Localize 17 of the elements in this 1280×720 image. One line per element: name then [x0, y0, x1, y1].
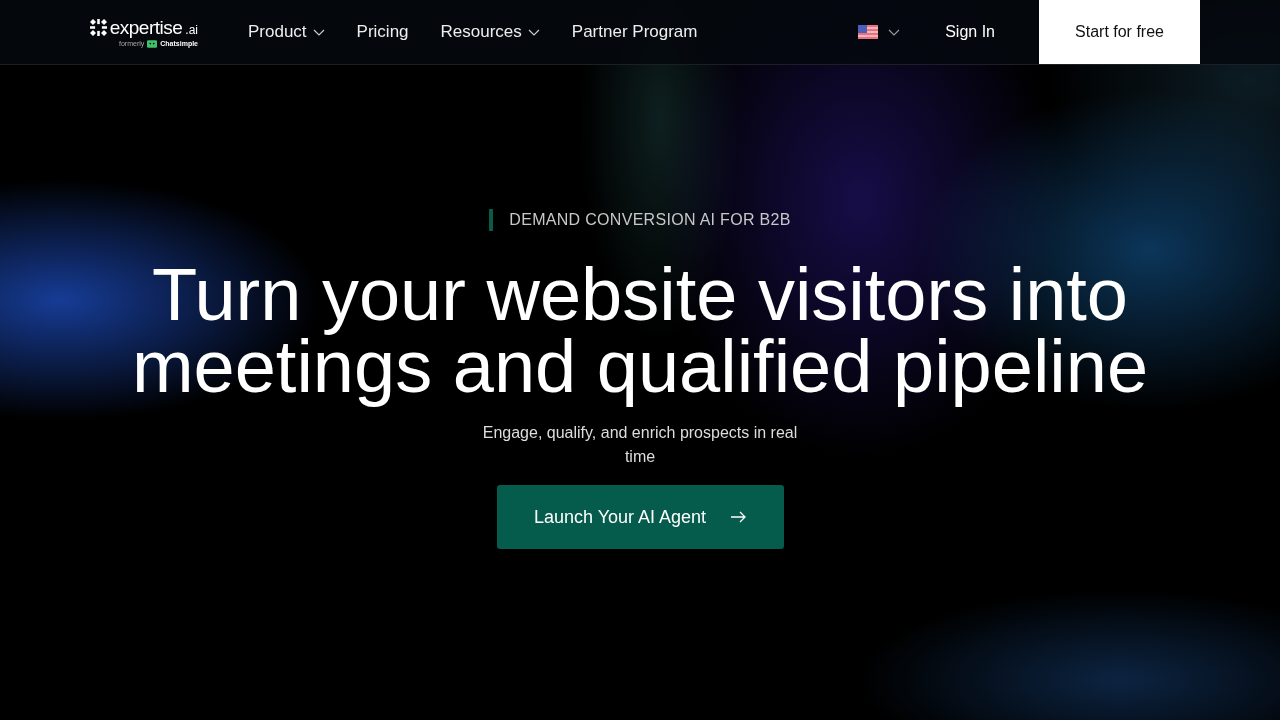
eyebrow-label: DEMAND CONVERSION AI FOR B2B — [489, 209, 791, 231]
sign-in-link[interactable]: Sign In — [945, 23, 995, 41]
chevron-down-icon — [312, 28, 325, 36]
flag-icon — [858, 25, 879, 39]
nav-link[interactable]: Product — [248, 22, 325, 42]
chevron-down-icon — [888, 28, 901, 36]
launch-agent-button[interactable]: Launch Your AI Agent — [496, 485, 784, 549]
arrow-right-icon — [730, 511, 747, 523]
chevron-down-icon — [527, 28, 540, 36]
start-for-free-button[interactable]: Start for free — [1039, 0, 1200, 64]
nav-link[interactable]: Partner Program — [571, 22, 698, 42]
chat-face-icon — [147, 39, 158, 48]
nav-link[interactable]: Pricing — [356, 22, 409, 42]
language-selector[interactable] — [858, 25, 901, 39]
hero-subtitle: Engage, qualify, and enrich prospects in real time — [481, 423, 799, 467]
burst-logo-icon — [89, 19, 107, 36]
nav-link[interactable]: Resources — [440, 22, 540, 42]
